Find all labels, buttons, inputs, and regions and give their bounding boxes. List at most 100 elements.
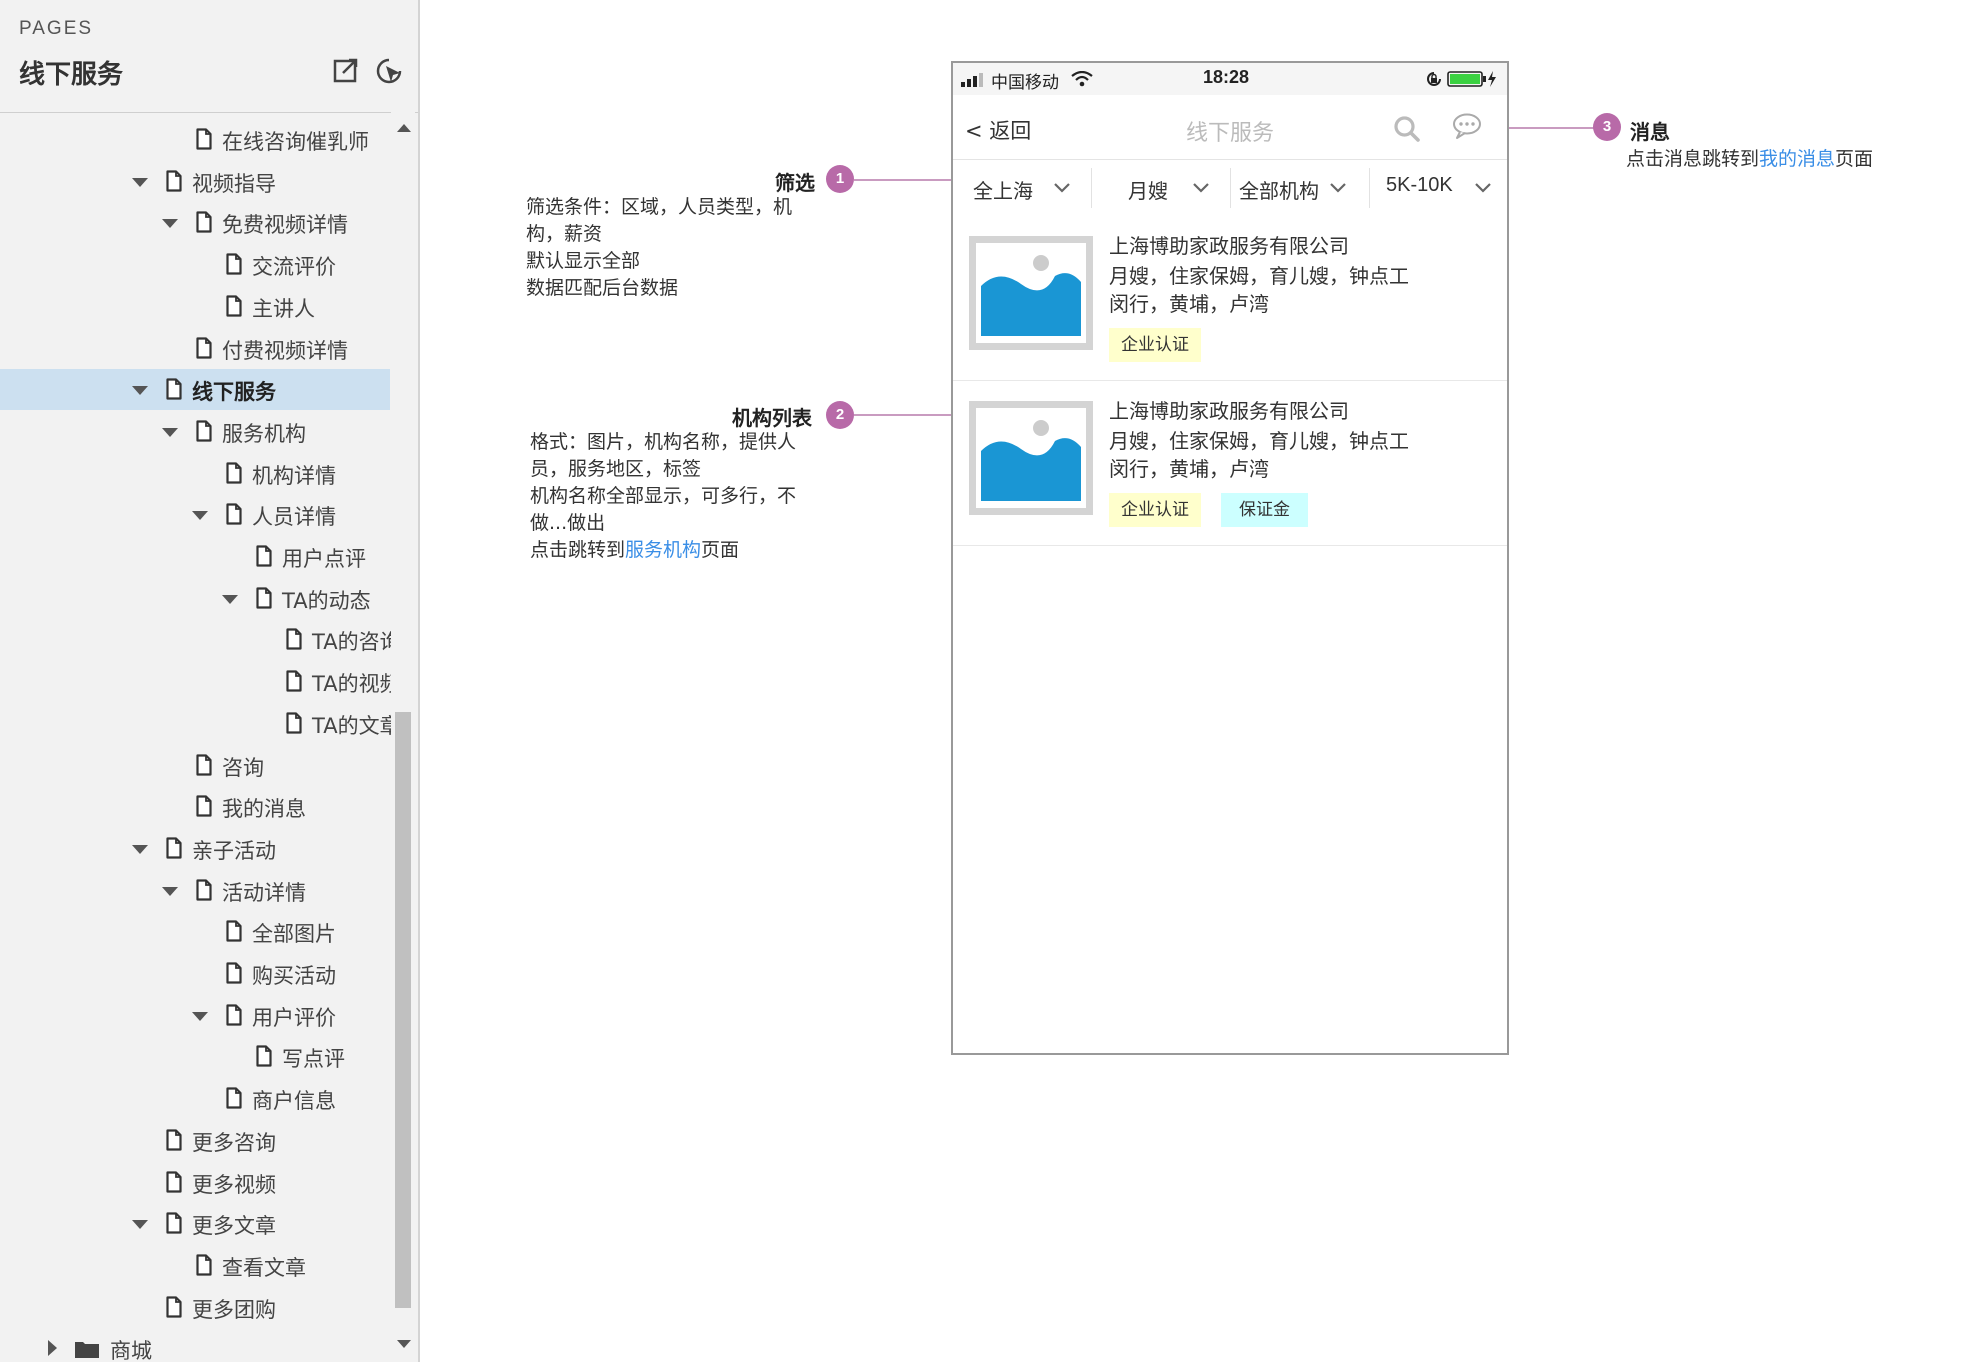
tree-item[interactable]: 全部图片 [0, 911, 390, 952]
tag-enterprise-certified: 企业认证 [1109, 493, 1201, 527]
filter-bar: 全上海 月嫂 全部机构 5K-10K [953, 159, 1507, 217]
tree-item[interactable]: 更多咨询 [0, 1120, 390, 1161]
filter-organization[interactable]: 全部机构 [1231, 160, 1369, 216]
filter-region-label: 全上海 [973, 179, 1033, 203]
page-icon [166, 1170, 182, 1193]
pages-panel: PAGES 线下服务 在线咨询催乳师视频指导免费视频详情交流评价主讲人 付费视频详… [0, 0, 420, 1362]
tree-item-label: TA的视频 [312, 672, 401, 697]
tree-item[interactable]: TA的视频 [0, 661, 401, 702]
scroll-up-arrow-icon[interactable] [397, 124, 411, 132]
pages-header-label: PAGES [19, 18, 94, 39]
tree-item-label: 交流评价 [252, 255, 336, 280]
tag-deposit: 保证金 [1221, 493, 1308, 527]
tree-item-label: 咨询 [222, 755, 264, 780]
tree-item[interactable]: TA的咨询 [0, 619, 401, 660]
filter-staff-type[interactable]: 月嫂 [1092, 160, 1230, 216]
scroll-down-arrow-icon[interactable] [397, 1340, 411, 1348]
tree-item[interactable]: 购买活动 [0, 953, 390, 994]
filter-salary-label: 5K-10K [1386, 174, 1453, 196]
message-icon[interactable] [1451, 112, 1483, 140]
page-icon [226, 253, 242, 275]
collapse-arrow-icon[interactable] [192, 1011, 208, 1021]
filter-staff-type-label: 月嫂 [1128, 179, 1168, 203]
tree-item[interactable]: 服务机构 [0, 411, 390, 452]
tree-item[interactable]: 亲子活动 [0, 828, 390, 869]
annotation-list-line: 员，服务地区，标签 [530, 458, 702, 480]
wifi-icon [1071, 71, 1093, 87]
annotation-connector-1 [854, 179, 951, 181]
tree-item[interactable]: 咨询 [0, 745, 390, 786]
annotation-badge-1: 1 [826, 165, 854, 193]
org-image-placeholder [969, 236, 1093, 350]
tree-item[interactable]: 更多团购 [0, 1287, 390, 1328]
org-list-item[interactable]: 上海博助家政服务有限公司 月嫂，住家保姆，育儿嫂，钟点工 闵行，黄埔，卢湾 企业… [953, 216, 1507, 381]
page-icon [226, 461, 242, 484]
tree-item-label: TA的咨询 [312, 630, 401, 655]
search-icon[interactable] [1393, 115, 1421, 143]
tree-item[interactable]: 线下服务 [0, 369, 390, 411]
tree-item-label: 更多团购 [192, 1297, 276, 1322]
collapse-arrow-icon[interactable] [132, 177, 148, 187]
tree-item[interactable]: 用户点评 [0, 536, 390, 577]
collapse-arrow-icon[interactable] [192, 511, 208, 521]
tree-item[interactable]: 更多文章 [0, 1203, 390, 1244]
tree-item[interactable]: TA的动态 [0, 578, 390, 619]
tree-item[interactable]: 商城 [0, 1328, 390, 1362]
tree-item[interactable]: 我的消息 [0, 786, 390, 827]
tree-item[interactable]: 付费视频详情 [0, 328, 390, 369]
tree-item[interactable]: 活动详情 [0, 870, 390, 911]
org-service-area: 闵行，黄埔，卢湾 [1109, 292, 1269, 316]
annotation-filter-title: 筛选 [775, 171, 815, 195]
annotation-badge-2: 2 [826, 401, 854, 429]
tree-item[interactable]: 视频指导 [0, 161, 390, 202]
tree-item[interactable]: 商户信息 [0, 1078, 390, 1119]
nav-title: 线下服务 [1185, 121, 1274, 146]
tree-item[interactable]: 查看文章 [0, 1245, 390, 1286]
filter-salary[interactable]: 5K-10K [1370, 160, 1507, 216]
tree-item-label: 机构详情 [252, 463, 336, 488]
org-list-item[interactable]: 上海博助家政服务有限公司 月嫂，住家保姆，育儿嫂，钟点工 闵行，黄埔，卢湾 企业… [953, 381, 1507, 546]
tree-item[interactable]: 交流评价 [0, 244, 390, 285]
tree-item[interactable]: 免费视频详情 [0, 202, 390, 243]
collapse-arrow-icon[interactable] [162, 427, 178, 437]
tree-item[interactable]: 用户评价 [0, 995, 390, 1036]
collapse-arrow-icon[interactable] [132, 844, 148, 854]
tree-item-label: 更多文章 [192, 1214, 276, 1239]
page-icon [286, 712, 302, 734]
collapse-arrow-icon[interactable] [132, 1220, 148, 1230]
my-messages-link[interactable]: 我的消息 [1759, 148, 1835, 170]
tree-item-label: 更多视频 [192, 1172, 276, 1197]
page-icon [196, 1254, 212, 1276]
tree-item[interactable]: 机构详情 [0, 453, 390, 494]
tree-item[interactable]: 人员详情 [0, 494, 390, 535]
page-icon [256, 587, 272, 609]
collapse-arrow-icon[interactable] [162, 219, 178, 229]
tree-item-label: 商城 [110, 1339, 152, 1362]
scrollbar-thumb[interactable] [395, 712, 411, 1308]
tree-item[interactable]: TA的文章 [0, 703, 401, 744]
tree-item[interactable]: 主讲人 [0, 286, 390, 327]
collapse-arrow-icon[interactable] [132, 386, 148, 396]
tree-item[interactable]: 在线咨询催乳师 [0, 119, 390, 160]
chevron-down-icon [1193, 183, 1209, 193]
collapse-arrow-icon[interactable] [162, 886, 178, 896]
page-icon [196, 753, 212, 776]
tree-item[interactable]: 更多视频 [0, 1162, 390, 1203]
page-icon [196, 878, 212, 901]
annotation-list-link-prefix: 点击跳转到 [530, 539, 626, 561]
collapse-arrow-icon[interactable] [222, 594, 238, 604]
page-icon [196, 795, 212, 817]
annotation-message-title: 消息 [1630, 120, 1670, 144]
tree-item-label: 视频指导 [192, 171, 276, 196]
expand-arrow-icon[interactable] [48, 1340, 57, 1357]
service-org-link[interactable]: 服务机构 [625, 539, 701, 561]
filter-region[interactable]: 全上海 [953, 160, 1091, 216]
export-icon[interactable] [332, 56, 362, 86]
current-page-title: 线下服务 [19, 60, 124, 90]
tree-item[interactable]: 写点评 [0, 1036, 390, 1077]
filter-organization-label: 全部机构 [1239, 179, 1319, 203]
annotation-filter-line: 筛选条件：区域，人员类型，机 [526, 196, 793, 218]
locate-page-icon[interactable] [374, 56, 404, 86]
tree-scrollbar[interactable] [391, 112, 415, 1362]
annotation-filter-text: 筛选条件：区域，人员类型，机 构，薪资 默认显示全部 数据匹配后台数据 [526, 194, 792, 302]
